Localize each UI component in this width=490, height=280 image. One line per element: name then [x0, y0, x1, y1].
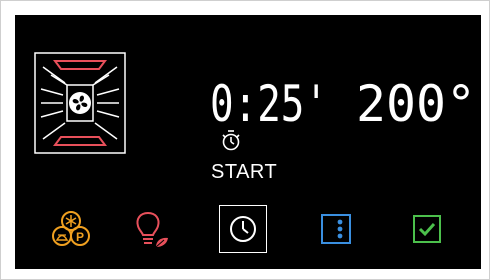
preset-button[interactable]: P: [47, 205, 95, 253]
start-label[interactable]: START: [211, 161, 277, 184]
vertical-dots-menu-icon: [321, 214, 351, 244]
light-button[interactable]: [128, 205, 176, 253]
clock-icon: [230, 216, 256, 242]
stopwatch-icon[interactable]: [219, 128, 245, 152]
svg-text:P: P: [76, 230, 84, 244]
device-frame: 0:25' 200° START P: [0, 0, 490, 280]
clock-button[interactable]: [219, 205, 267, 253]
confirm-button[interactable]: [403, 205, 451, 253]
temperature-readout: 200°: [356, 75, 476, 133]
checkmark-icon: [413, 215, 441, 243]
snowflake-pizza-preset-icon: P: [52, 211, 90, 246]
lightbulb-leaf-icon: [136, 211, 168, 248]
fan-oven-top-bottom-heat-icon[interactable]: [33, 51, 127, 155]
time-temperature-display: 0:25' 200°: [210, 73, 480, 135]
cook-time-readout: 0:25': [210, 75, 328, 133]
control-panel: 0:25' 200° START P: [15, 15, 481, 269]
menu-button[interactable]: [312, 205, 360, 253]
